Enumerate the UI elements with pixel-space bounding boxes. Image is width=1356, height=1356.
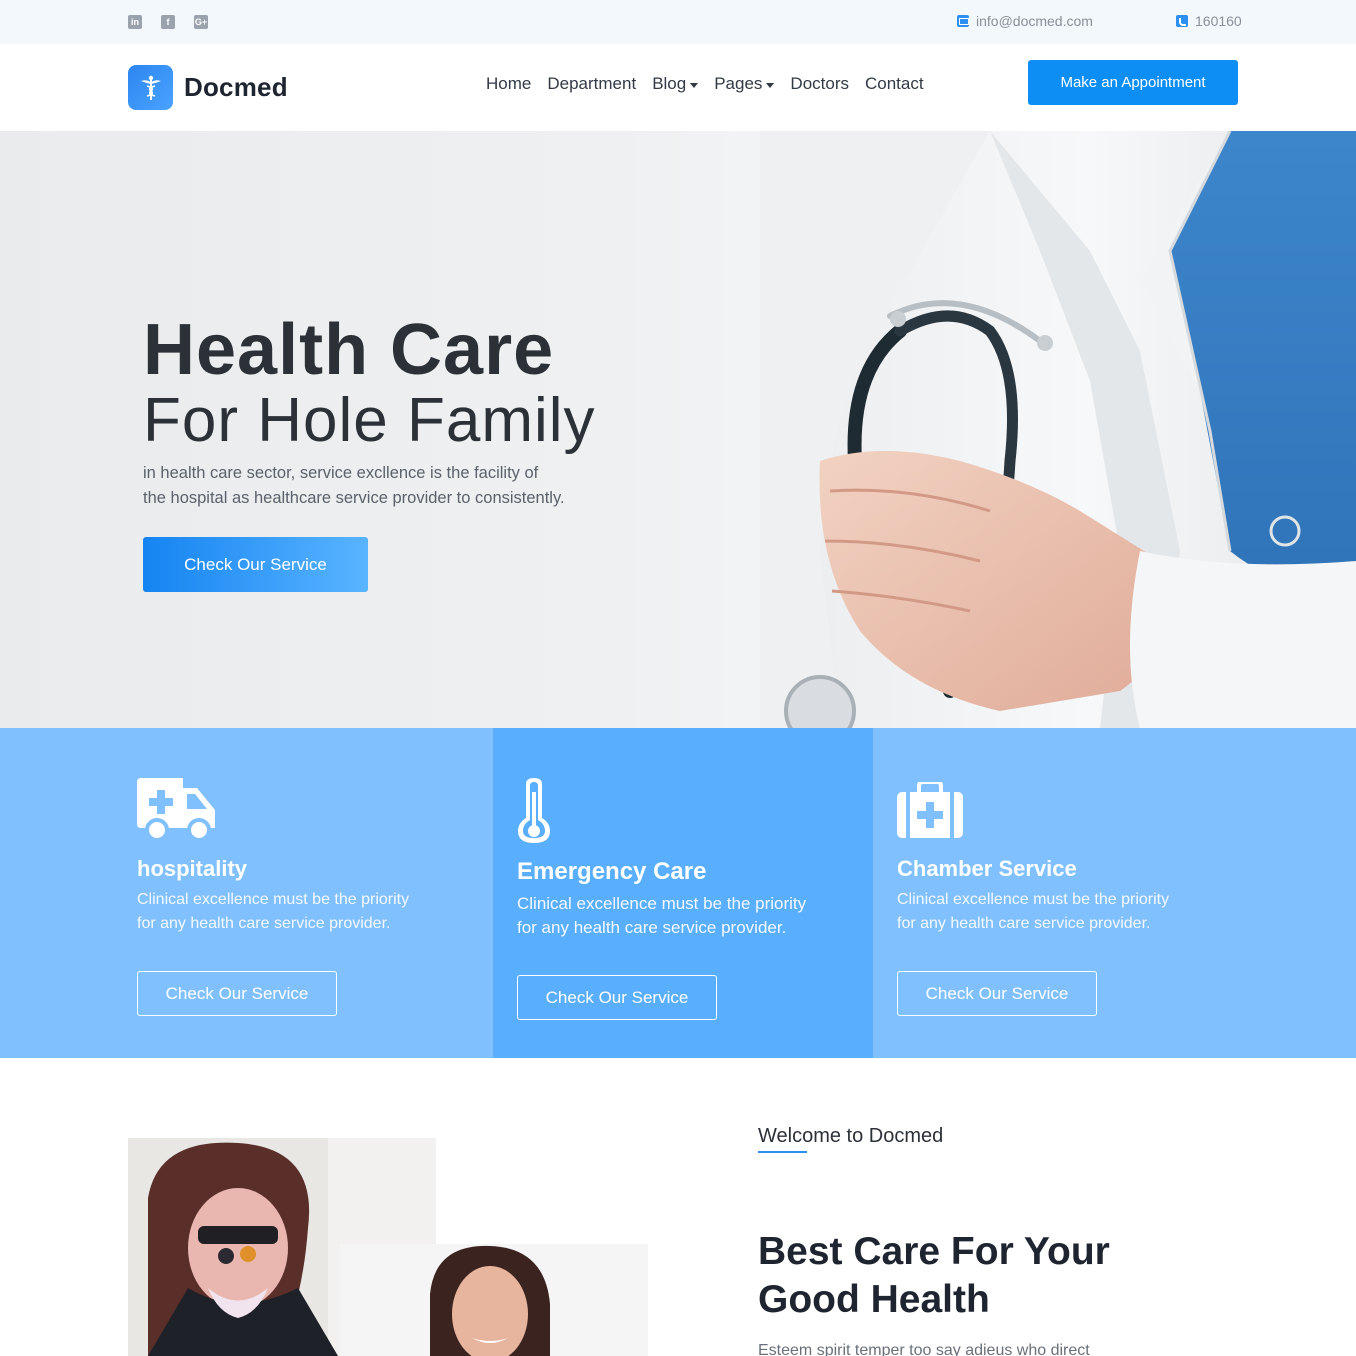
service-card-hospitality: hospitality Clinical excellence must be … (0, 728, 493, 1058)
hero-title-line2: For Hole Family (143, 386, 596, 455)
top-phone[interactable]: 160160 (1176, 13, 1242, 29)
caret-down-icon (766, 82, 775, 88)
top-phone-text: 160160 (1195, 13, 1242, 29)
service-desc-line: Clinical excellence must be the priority (517, 894, 807, 913)
thermometer-icon (518, 778, 550, 843)
service-desc-line: for any health care service provider. (137, 915, 391, 932)
smiling-doctor-image (340, 1244, 648, 1356)
about-title: Best Care For Your Good Health (758, 1228, 1178, 1324)
nav-label: Pages (714, 74, 763, 93)
nav-contact[interactable]: Contact (865, 74, 924, 94)
hero-desc-line: in health care sector, service excllence… (143, 464, 539, 482)
first-aid-kit-icon (897, 782, 963, 838)
service-check-button[interactable]: Check Our Service (137, 971, 337, 1016)
nav-label: Department (547, 74, 637, 93)
main-nav: Home Department Blog Pages Doctors Conta… (486, 74, 924, 94)
nav-department[interactable]: Department (547, 74, 636, 94)
make-appointment-button[interactable]: Make an Appointment (1028, 60, 1238, 105)
service-desc-line: Clinical excellence must be the priority (137, 891, 410, 908)
main-header: Docmed Home Department Blog Pages Doctor… (0, 44, 1356, 131)
hero-section: Health Care For Hole Family in health ca… (0, 131, 1356, 728)
service-desc-line: for any health care service provider. (517, 918, 787, 937)
nav-label: Blog (652, 74, 687, 93)
service-card-emergency: Emergency Care Clinical excellence must … (493, 728, 873, 1058)
service-title: Emergency Care (517, 858, 707, 885)
service-check-button[interactable]: Check Our Service (517, 975, 717, 1020)
service-check-button[interactable]: Check Our Service (897, 971, 1097, 1016)
brand-name[interactable]: Docmed (184, 72, 288, 103)
nav-blog[interactable]: Blog (652, 74, 699, 94)
caret-down-icon (690, 82, 699, 88)
doctor-with-stethoscope-image (760, 131, 1356, 728)
about-title-line: Best Care For Your (758, 1230, 1110, 1273)
service-desc-line: for any health care service provider. (897, 915, 1151, 932)
mail-icon (957, 15, 969, 27)
service-description: Clinical excellence must be the priority… (517, 892, 857, 940)
about-description: Esteem spirit temper too say adieus who … (758, 1342, 1090, 1356)
service-title: hospitality (137, 856, 248, 881)
google-plus-icon[interactable]: G+ (194, 15, 208, 29)
service-description: Clinical excellence must be the priority… (897, 888, 1227, 936)
hero-title-line1: Health Care (143, 310, 555, 390)
hero-check-service-button[interactable]: Check Our Service (143, 537, 368, 592)
linkedin-icon[interactable]: in (128, 15, 142, 29)
about-kicker: Welcome to Docmed (758, 1125, 944, 1147)
nav-doctors[interactable]: Doctors (790, 74, 849, 94)
about-title-line: Good Health (758, 1278, 990, 1321)
facebook-icon[interactable]: f (161, 15, 175, 29)
kicker-underline (758, 1151, 807, 1153)
hero-desc-line: the hospital as healthcare service provi… (143, 489, 565, 507)
service-card-chamber: Chamber Service Clinical excellence must… (873, 728, 1356, 1058)
nav-label: Contact (865, 74, 924, 93)
service-title: Chamber Service (897, 856, 1077, 881)
service-desc-line: Clinical excellence must be the priority (897, 891, 1170, 908)
nav-label: Home (486, 74, 532, 93)
hero-description: in health care sector, service excllence… (143, 461, 643, 511)
top-bar: in f G+ info@docmed.com 160160 (0, 0, 1356, 44)
top-email-text: info@docmed.com (976, 13, 1093, 29)
caduceus-logo-icon[interactable] (128, 65, 173, 110)
nav-pages[interactable]: Pages (714, 74, 775, 94)
nav-home[interactable]: Home (486, 74, 531, 94)
top-email[interactable]: info@docmed.com (957, 13, 1093, 29)
phone-icon (1176, 15, 1188, 27)
ambulance-icon (137, 778, 215, 841)
nav-label: Doctors (790, 74, 849, 93)
service-description: Clinical excellence must be the priority… (137, 888, 467, 936)
